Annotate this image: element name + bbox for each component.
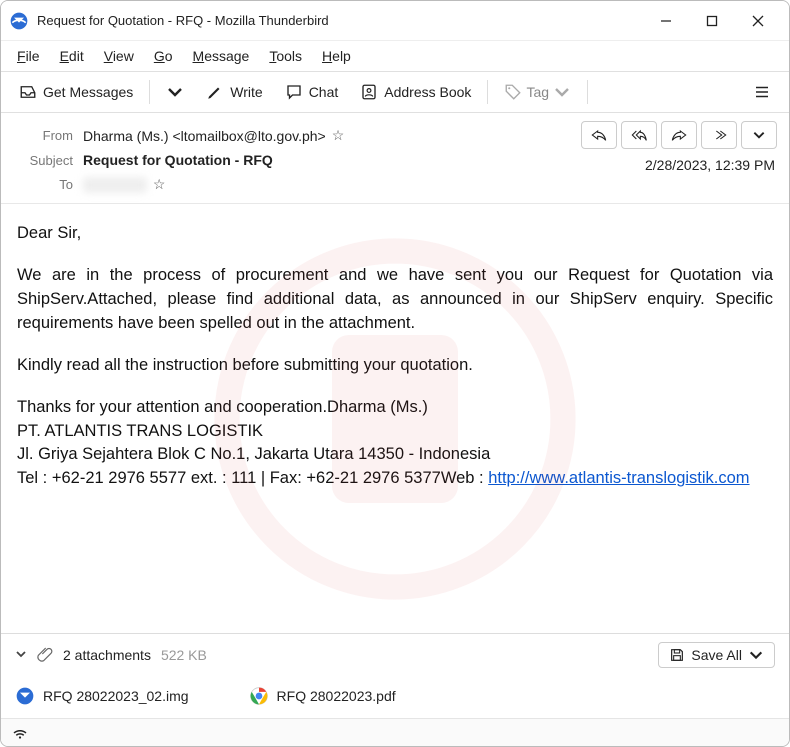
chat-icon — [285, 83, 303, 101]
menu-help[interactable]: Help — [316, 46, 357, 66]
statusbar — [1, 718, 789, 746]
expand-attachments-button[interactable] — [15, 647, 27, 663]
body-signature: Thanks for your attention and cooperatio… — [17, 396, 773, 492]
hamburger-icon — [753, 83, 771, 101]
chevron-down-icon — [748, 647, 764, 663]
from-value[interactable]: Dharma (Ms.) <ltomailbox@lto.gov.ph> — [83, 128, 326, 144]
chrome-file-icon — [249, 686, 269, 706]
thunderbird-file-icon — [15, 686, 35, 706]
message-actions — [581, 121, 777, 149]
toolbar: Get Messages Write Chat Address Book Tag — [1, 71, 789, 113]
website-link[interactable]: http://www.atlantis-translogistik.com — [488, 469, 749, 487]
maximize-button[interactable] — [689, 1, 735, 41]
paperclip-icon — [37, 646, 53, 665]
address-book-button[interactable]: Address Book — [352, 79, 479, 105]
body-paragraph: Kindly read all the instruction before s… — [17, 354, 773, 378]
inbox-icon — [19, 83, 37, 101]
get-messages-dropdown[interactable] — [158, 79, 192, 105]
save-all-button[interactable]: Save All — [658, 642, 775, 668]
chevron-down-icon — [166, 83, 184, 101]
chat-button[interactable]: Chat — [277, 79, 347, 105]
from-label: From — [15, 128, 73, 143]
star-icon[interactable]: ☆ — [332, 127, 345, 144]
window-title: Request for Quotation - RFQ - Mozilla Th… — [37, 13, 329, 28]
menu-file[interactable]: File — [11, 46, 46, 66]
attachments-count: 2 attachments — [63, 647, 151, 663]
menu-tools[interactable]: Tools — [263, 46, 308, 66]
address-label: Address Book — [384, 84, 471, 100]
pencil-icon — [206, 83, 224, 101]
connection-icon — [11, 724, 29, 742]
app-menu-button[interactable] — [745, 79, 779, 105]
tag-button[interactable]: Tag — [496, 79, 579, 105]
subject-label: Subject — [15, 153, 73, 168]
write-button[interactable]: Write — [198, 79, 270, 105]
body-greeting: Dear Sir, — [17, 222, 773, 246]
chat-label: Chat — [309, 84, 339, 100]
star-icon[interactable]: ☆ — [153, 176, 166, 193]
reply-button[interactable] — [581, 121, 617, 149]
to-value[interactable] — [83, 177, 147, 193]
menu-message[interactable]: Message — [187, 46, 256, 66]
app-icon — [9, 11, 29, 31]
toolbar-separator — [487, 80, 488, 104]
attachments-bar: 2 attachments 522 KB Save All — [1, 633, 789, 676]
save-icon — [669, 647, 685, 663]
message-datetime: 2/28/2023, 12:39 PM — [645, 157, 775, 173]
menu-edit[interactable]: Edit — [54, 46, 90, 66]
attachment-name: RFQ 28022023_02.img — [43, 688, 189, 704]
titlebar: Request for Quotation - RFQ - Mozilla Th… — [1, 1, 789, 41]
attachments-list: RFQ 28022023_02.img RFQ 28022023.pdf — [1, 676, 789, 718]
attachment-name: RFQ 28022023.pdf — [277, 688, 396, 704]
address-book-icon — [360, 83, 378, 101]
body-paragraph: We are in the process of procurement and… — [17, 264, 773, 336]
save-all-label: Save All — [691, 647, 742, 663]
menu-go[interactable]: Go — [148, 46, 179, 66]
reply-all-button[interactable] — [621, 121, 657, 149]
forward-button[interactable] — [661, 121, 697, 149]
more-actions-button[interactable] — [741, 121, 777, 149]
attachment-item[interactable]: RFQ 28022023_02.img — [15, 686, 189, 706]
attachment-item[interactable]: RFQ 28022023.pdf — [249, 686, 396, 706]
toolbar-separator — [587, 80, 588, 104]
get-messages-label: Get Messages — [43, 84, 133, 100]
menu-view[interactable]: View — [98, 46, 140, 66]
minimize-button[interactable] — [643, 1, 689, 41]
get-messages-button[interactable]: Get Messages — [11, 79, 141, 105]
message-body: Dear Sir, We are in the process of procu… — [1, 204, 789, 633]
tag-icon — [504, 83, 522, 101]
close-button[interactable] — [735, 1, 781, 41]
archive-button[interactable] — [701, 121, 737, 149]
menubar: File Edit View Go Message Tools Help — [1, 41, 789, 71]
to-label: To — [15, 177, 73, 192]
toolbar-separator — [149, 80, 150, 104]
write-label: Write — [230, 84, 262, 100]
tag-label: Tag — [526, 84, 549, 100]
attachments-size: 522 KB — [161, 647, 207, 663]
chevron-down-icon — [553, 83, 571, 101]
subject-value: Request for Quotation - RFQ — [83, 152, 273, 168]
message-headers: From Dharma (Ms.) <ltomailbox@lto.gov.ph… — [1, 113, 789, 204]
